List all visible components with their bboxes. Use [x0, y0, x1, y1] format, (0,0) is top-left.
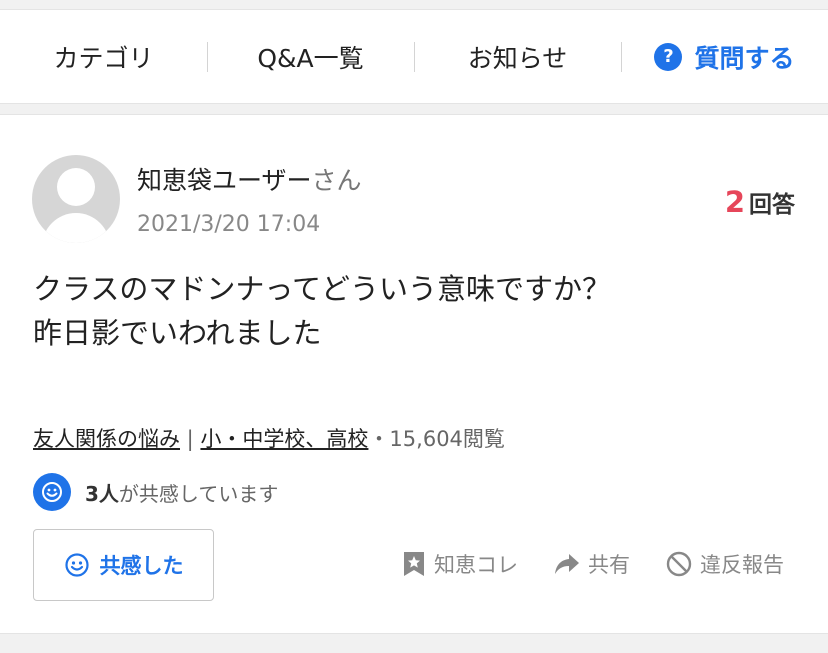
- user-name[interactable]: 知恵袋ユーザーさん: [137, 161, 362, 197]
- question-card: 知恵袋ユーザーさん 2021/3/20 17:04 2 回答 クラスのマドンナっ…: [0, 114, 828, 634]
- category-link-friendship[interactable]: 友人関係の悩み: [33, 427, 180, 451]
- question-body: クラスのマドンナってどういう意味ですか？ 昨日影でいわれました: [33, 267, 611, 355]
- user-name-text: 知恵袋ユーザー: [137, 166, 312, 195]
- category-separator: |: [180, 427, 201, 451]
- empathize-button-label: 共感した: [99, 554, 184, 578]
- nav-category[interactable]: カテゴリ: [0, 10, 207, 103]
- ask-question-button[interactable]: ? 質問する: [621, 10, 828, 103]
- nav-news-label: お知らせ: [467, 43, 568, 73]
- share-arrow-icon: [555, 554, 579, 574]
- answer-count-number: 2: [724, 185, 745, 219]
- empathy-summary: 3人 が共感しています: [33, 473, 278, 511]
- empathy-text: が共感しています: [118, 481, 279, 506]
- avatar-body-shape: [42, 213, 110, 243]
- view-count: ・15,604閲覧: [368, 427, 505, 451]
- nav-qa-list-label: Q&A一覧: [257, 43, 364, 73]
- question-mark-icon: ?: [654, 42, 683, 71]
- share-label: 共有: [588, 553, 630, 577]
- share-button[interactable]: 共有: [554, 549, 630, 579]
- question-meta: 友人関係の悩み | 小・中学校、高校・15,604閲覧: [33, 423, 505, 453]
- nav-news[interactable]: お知らせ: [414, 10, 621, 103]
- report-label: 違反報告: [700, 553, 784, 577]
- category-link-school[interactable]: 小・中学校、高校: [200, 427, 368, 451]
- empathy-count: 3人: [85, 481, 119, 506]
- avatar[interactable]: [32, 155, 120, 243]
- chiecolle-label: 知恵コレ: [434, 553, 518, 577]
- ask-question-label: 質問する: [694, 43, 795, 73]
- question-line-2: 昨日影でいわれました: [33, 316, 322, 350]
- nav-qa-list[interactable]: Q&A一覧: [207, 10, 414, 103]
- empathize-button[interactable]: 共感した: [33, 529, 214, 601]
- top-strip: [0, 0, 828, 8]
- prohibited-icon: [666, 551, 692, 577]
- smile-icon: [33, 473, 71, 511]
- user-honorific: さん: [311, 166, 362, 195]
- post-datetime: 2021/3/20 17:04: [137, 212, 321, 237]
- report-button[interactable]: 違反報告: [666, 549, 784, 579]
- top-nav: カテゴリ Q&A一覧 お知らせ ? 質問する: [0, 9, 828, 104]
- bookmark-star-icon: [404, 552, 424, 576]
- answer-count[interactable]: 2 回答: [725, 185, 795, 219]
- question-line-1: クラスのマドンナってどういう意味ですか？: [33, 272, 611, 306]
- question-actions: 知恵コレ 共有 違反報告: [366, 549, 784, 579]
- avatar-head-shape: [57, 168, 95, 206]
- answer-count-label: 回答: [749, 192, 795, 218]
- nav-category-label: カテゴリ: [53, 43, 154, 73]
- smile-outline-icon: [64, 553, 89, 577]
- chiecolle-button[interactable]: 知恵コレ: [402, 549, 518, 579]
